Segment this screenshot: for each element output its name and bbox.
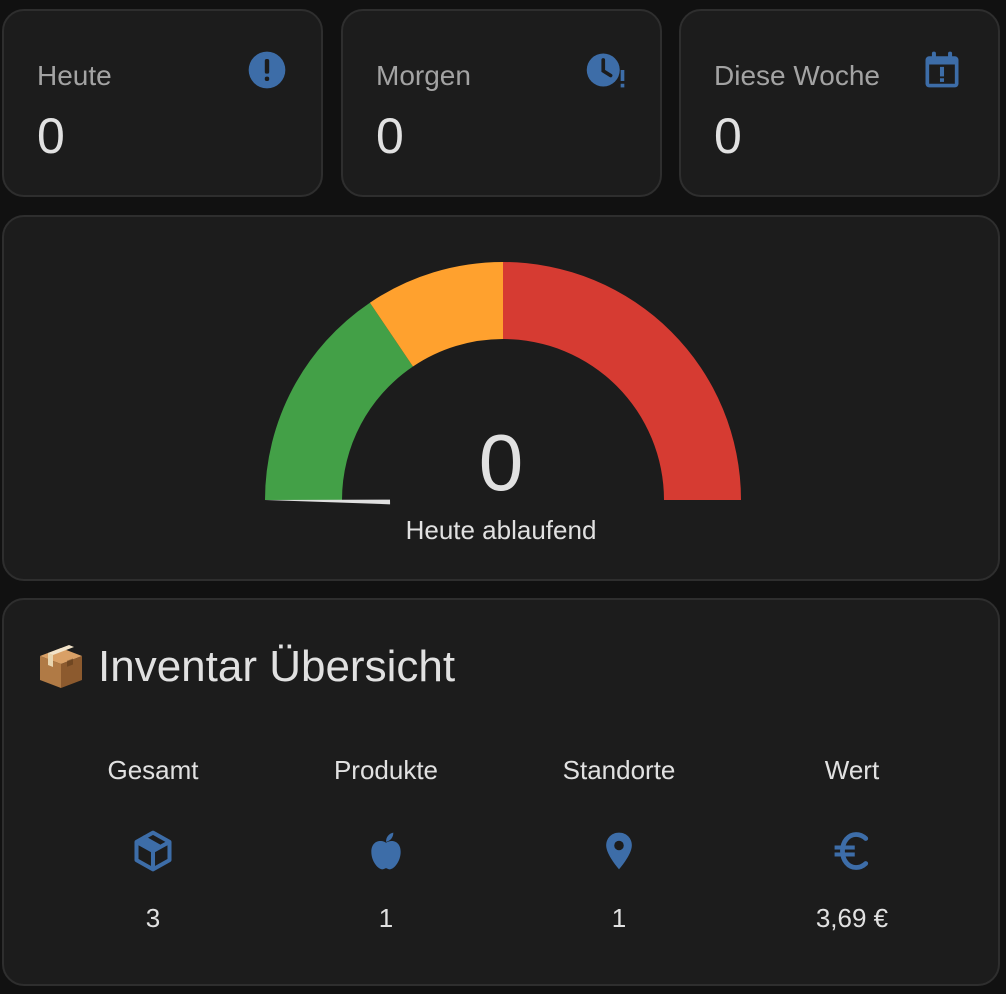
stat-value: 0 <box>714 108 742 164</box>
inventory-title-text: Inventar Übersicht <box>98 642 456 691</box>
alert-circle-icon <box>248 51 286 89</box>
stat-card-diese-woche[interactable]: Diese Woche 0 <box>679 9 1000 197</box>
gauge-label: Heute ablaufend <box>405 515 597 545</box>
gauge-value: 0 <box>478 418 524 507</box>
col-label: Gesamt <box>107 755 199 785</box>
gauge-card[interactable]: 0 Heute ablaufend <box>2 215 1000 581</box>
stat-card-heute[interactable]: Heute 0 <box>2 9 323 197</box>
stat-value: 0 <box>37 108 65 164</box>
package-icon <box>40 645 82 688</box>
calendar-alert-icon <box>925 51 959 88</box>
inventory-col-gesamt[interactable]: Gesamt 3 <box>53 755 253 934</box>
stat-card-morgen[interactable]: Morgen 0 <box>341 9 662 197</box>
col-label: Wert <box>824 755 880 785</box>
stat-label: Morgen <box>376 60 471 91</box>
col-label: Standorte <box>562 755 676 785</box>
col-value: 3,69 € <box>815 903 889 933</box>
stat-value: 0 <box>376 108 404 164</box>
col-value: 1 <box>611 903 627 933</box>
inventory-col-wert[interactable]: Wert 3,69 € <box>752 755 952 934</box>
clock-alert-icon <box>586 53 625 88</box>
inventory-title: Inventar Übersicht <box>36 642 455 692</box>
col-value: 1 <box>378 903 394 933</box>
inventory-card[interactable]: Inventar Übersicht Gesamt 3 Produkte 1 S… <box>2 598 1000 986</box>
euro-icon <box>834 832 869 870</box>
apple-icon <box>371 832 401 870</box>
inventory-col-standorte[interactable]: Standorte 1 <box>519 755 719 934</box>
inventory-col-produkte[interactable]: Produkte 1 <box>286 755 486 934</box>
col-label: Produkte <box>333 755 439 785</box>
stat-label: Diese Woche <box>714 60 881 91</box>
cube-icon <box>134 830 172 872</box>
map-marker-icon <box>606 832 632 870</box>
col-value: 3 <box>145 903 161 933</box>
stat-label: Heute <box>37 60 112 91</box>
